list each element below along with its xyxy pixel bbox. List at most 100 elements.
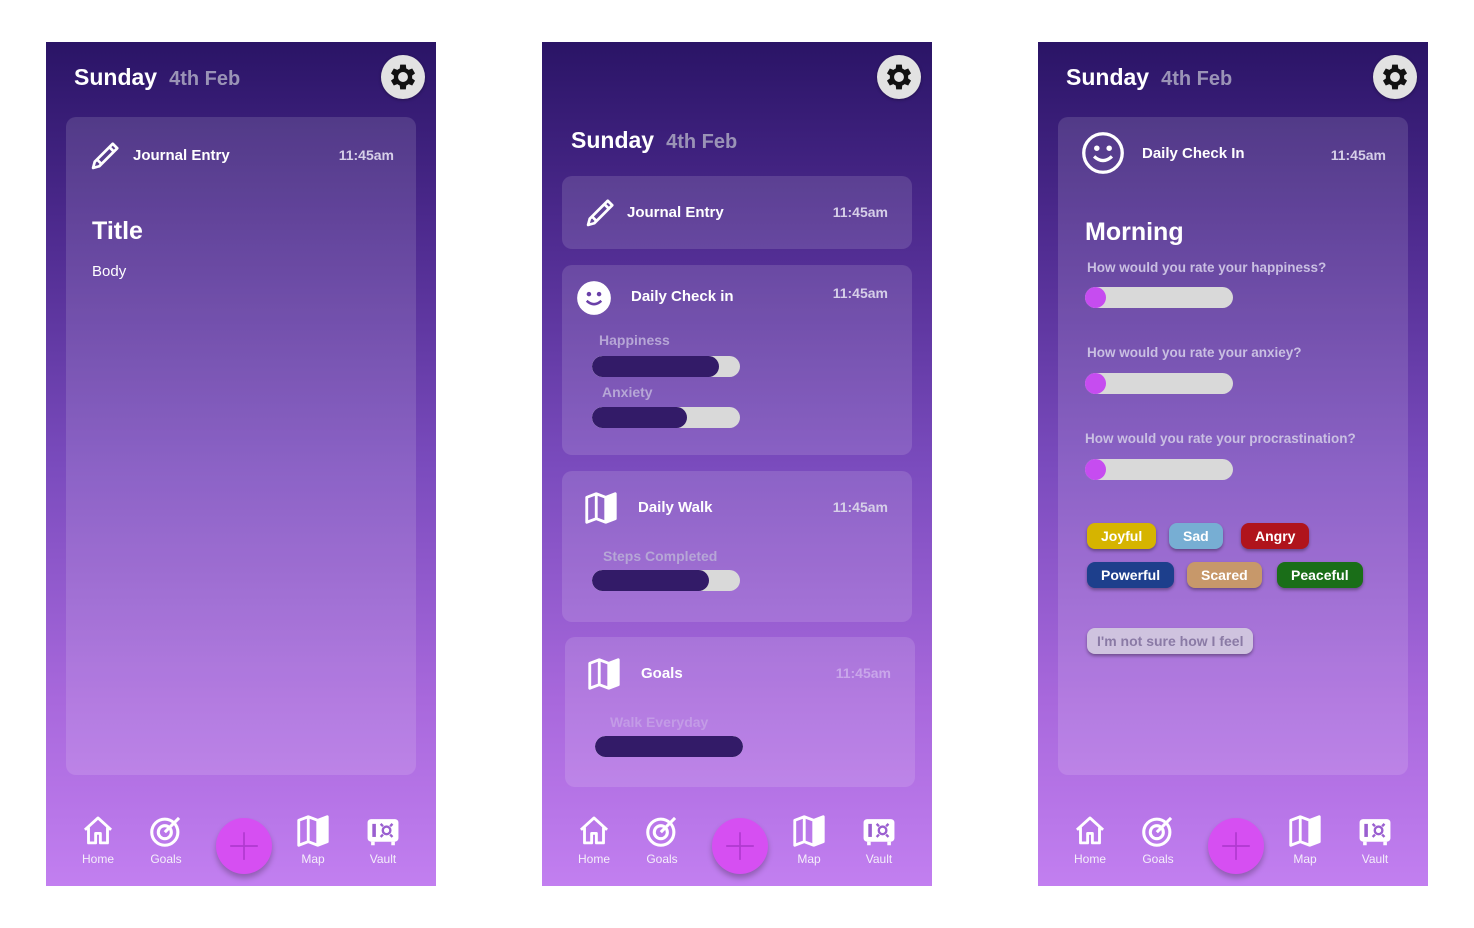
mood-peaceful-chip[interactable]: Peaceful: [1277, 562, 1363, 588]
daily-checkin-card: Daily Check In 11:45am Morning How would…: [1058, 117, 1408, 775]
day-label: Sunday: [1066, 64, 1150, 90]
nav-goals[interactable]: Goals: [136, 812, 196, 866]
nav-vault-label: Vault: [1361, 852, 1389, 866]
map-icon: [1289, 815, 1321, 847]
mood-angry-chip[interactable]: Angry: [1241, 523, 1310, 549]
add-button[interactable]: [712, 818, 768, 874]
happiness-slider[interactable]: [1085, 287, 1233, 308]
section-title: Morning: [1085, 218, 1184, 246]
anxiety-label: Anxiety: [602, 384, 653, 400]
steps-label: Steps Completed: [603, 548, 718, 564]
entry-title[interactable]: Title: [92, 217, 143, 246]
daily-overview-screen: Sunday 4th Feb Journal Entry 11:45am Dai…: [542, 42, 932, 886]
journal-entry-card[interactable]: Journal Entry 11:45am Title Body: [66, 117, 416, 775]
nav-map-label: Map: [1293, 852, 1317, 866]
card-time: 11:45am: [832, 499, 888, 515]
nav-goals-label: Goals: [646, 852, 678, 866]
smiley-icon: [577, 281, 611, 315]
home-icon: [83, 816, 113, 845]
entry-body[interactable]: Body: [92, 263, 126, 280]
nav-vault[interactable]: Vault: [849, 812, 909, 866]
slider-knob[interactable]: [1085, 373, 1106, 394]
unsure-button[interactable]: I'm not sure how I feel: [1087, 628, 1254, 654]
nav-goals[interactable]: Goals: [1128, 812, 1188, 866]
map-icon: [297, 815, 329, 847]
gear-icon: [1382, 64, 1408, 90]
settings-button[interactable]: [1373, 55, 1417, 99]
date-label: 4th Feb: [1161, 68, 1233, 90]
nav-home[interactable]: Home: [1060, 812, 1120, 866]
procrastination-slider[interactable]: [1085, 459, 1233, 480]
card-title: Journal Entry: [133, 147, 230, 164]
goal-bar: [595, 736, 743, 757]
target-icon: [150, 816, 181, 847]
target-icon: [646, 816, 677, 847]
nav-map[interactable]: Map: [779, 812, 839, 866]
date-header: Sunday 4th Feb: [74, 64, 240, 91]
settings-button[interactable]: [877, 55, 921, 99]
goals-card[interactable]: Goals 11:45am Walk Everyday: [565, 637, 915, 787]
card-time: 11:45am: [338, 147, 394, 163]
nav-home-label: Home: [1073, 852, 1106, 866]
mood-sad-chip[interactable]: Sad: [1169, 523, 1223, 549]
vault-icon: [1359, 819, 1391, 846]
card-time: 11:45am: [1330, 147, 1386, 163]
daily-checkin-card[interactable]: Daily Check in 11:45am Happiness Anxiety: [562, 265, 912, 455]
slider-knob[interactable]: [1085, 287, 1106, 308]
card-title: Journal Entry: [627, 204, 724, 221]
card-title: Daily Check In: [1142, 145, 1245, 162]
date-header: Sunday 4th Feb: [571, 127, 737, 154]
nav-home-label: Home: [577, 852, 610, 866]
bottom-nav: Home Goals Map Vault: [1038, 796, 1428, 886]
happiness-bar: [592, 356, 740, 377]
nav-vault[interactable]: Vault: [353, 812, 413, 866]
target-icon: [1142, 816, 1173, 847]
vault-icon: [367, 819, 399, 846]
nav-home[interactable]: Home: [564, 812, 624, 866]
nav-home-label: Home: [81, 852, 114, 866]
pencil-icon: [586, 199, 614, 227]
nav-goals-label: Goals: [1142, 852, 1174, 866]
add-button[interactable]: [1208, 818, 1264, 874]
journal-entry-card[interactable]: Journal Entry 11:45am: [562, 176, 912, 249]
mood-powerful-chip[interactable]: Powerful: [1087, 562, 1175, 588]
anxiety-slider[interactable]: [1085, 373, 1233, 394]
anxiety-question: How would you rate your anxiey?: [1087, 345, 1302, 360]
add-button[interactable]: [216, 818, 272, 874]
nav-home[interactable]: Home: [68, 812, 128, 866]
nav-vault[interactable]: Vault: [1345, 812, 1405, 866]
daily-checkin-screen: Sunday 4th Feb Daily Check In 11:45am Mo…: [1038, 42, 1428, 886]
goal-label: Walk Everyday: [610, 714, 709, 730]
plus-icon: [726, 832, 754, 860]
home-icon: [579, 816, 609, 845]
bottom-nav: Home Goals Map Vault: [542, 796, 932, 886]
vault-icon: [863, 819, 895, 846]
mood-joyful-chip[interactable]: Joyful: [1087, 523, 1157, 549]
map-icon: [588, 658, 620, 690]
daily-walk-card[interactable]: Daily Walk 11:45am Steps Completed: [562, 471, 912, 622]
card-time: 11:45am: [832, 204, 888, 220]
mood-scared-chip[interactable]: Scared: [1187, 562, 1262, 588]
slider-knob[interactable]: [1085, 459, 1106, 480]
nav-map[interactable]: Map: [1275, 812, 1335, 866]
settings-button[interactable]: [381, 55, 425, 99]
nav-goals[interactable]: Goals: [632, 812, 692, 866]
card-time: 11:45am: [832, 285, 888, 301]
nav-vault-label: Vault: [369, 852, 397, 866]
procrastination-question: How would you rate your procrastination?: [1085, 431, 1356, 446]
happiness-label: Happiness: [599, 332, 670, 348]
steps-bar: [592, 570, 740, 591]
nav-map-label: Map: [301, 852, 325, 866]
card-time: 11:45am: [835, 665, 891, 681]
card-title: Daily Check in: [631, 288, 734, 305]
nav-map[interactable]: Map: [283, 812, 343, 866]
happiness-question: How would you rate your happiness?: [1087, 260, 1327, 275]
plus-icon: [1222, 832, 1250, 860]
anxiety-bar: [592, 407, 740, 428]
pencil-icon: [91, 142, 119, 170]
date-label: 4th Feb: [666, 131, 738, 153]
card-title: Daily Walk: [638, 499, 713, 516]
nav-vault-label: Vault: [865, 852, 893, 866]
map-icon: [793, 815, 825, 847]
card-title: Goals: [641, 665, 683, 682]
